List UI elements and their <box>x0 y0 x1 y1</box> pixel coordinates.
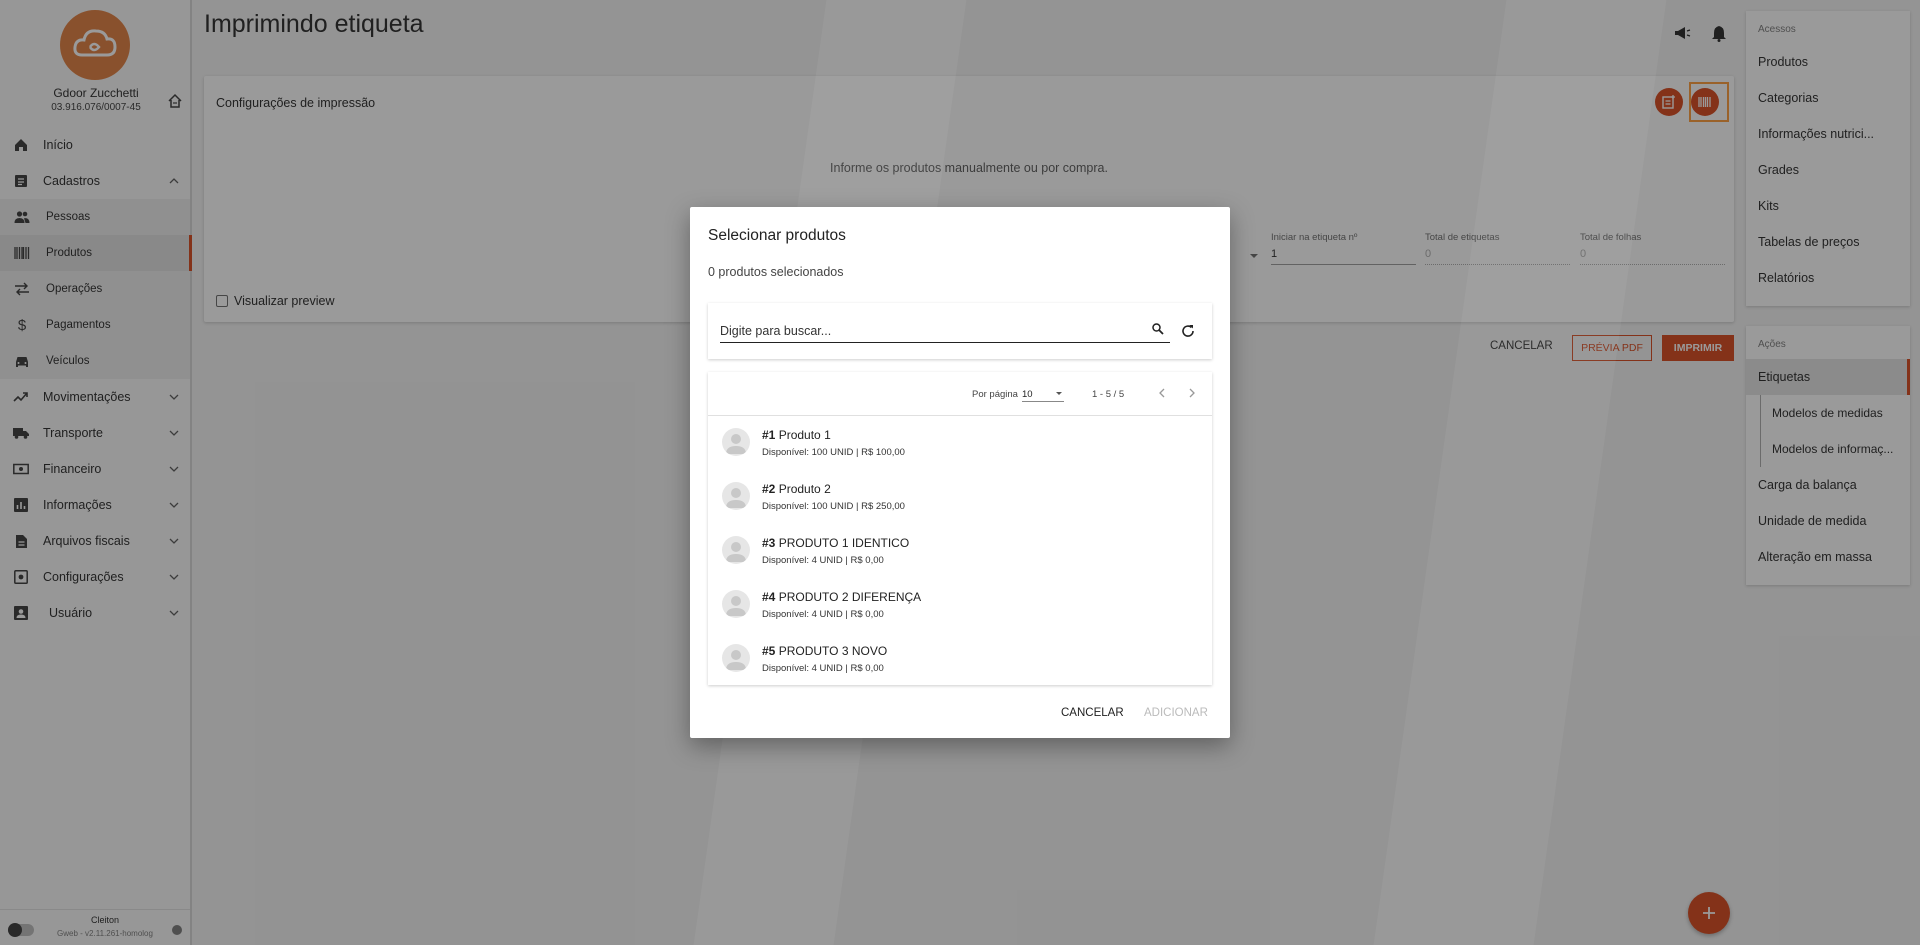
product-name: #5 PRODUTO 3 NOVO <box>762 644 887 658</box>
avatar <box>722 428 750 456</box>
product-availability: Disponível: 4 UNID | R$ 0,00 <box>762 609 884 620</box>
search-input[interactable] <box>720 319 1170 343</box>
selected-count: 0 produtos selecionados <box>708 265 844 279</box>
product-availability: Disponível: 100 UNID | R$ 100,00 <box>762 447 905 458</box>
product-code: #4 <box>762 590 776 604</box>
page-range: 1 - 5 / 5 <box>1092 389 1125 400</box>
per-page-select[interactable]: 10 <box>1022 386 1064 402</box>
list-item[interactable]: #4 PRODUTO 2 DIFERENÇA Disponível: 4 UNI… <box>708 580 1212 634</box>
dialog-cancel-button[interactable]: CANCELAR <box>1061 707 1124 719</box>
list-item[interactable]: #3 PRODUTO 1 IDENTICO Disponível: 4 UNID… <box>708 526 1212 580</box>
product-code: #3 <box>762 536 776 550</box>
product-title: PRODUTO 3 NOVO <box>778 644 888 658</box>
dialog-add-button[interactable]: ADICIONAR <box>1144 707 1208 719</box>
avatar <box>722 536 750 564</box>
search-icon[interactable] <box>1151 322 1165 336</box>
avatar <box>722 482 750 510</box>
product-title: PRODUTO 2 DIFERENÇA <box>778 590 922 604</box>
avatar <box>722 590 750 618</box>
per-page-label: Por página <box>972 389 1018 400</box>
product-name: #2 Produto 2 <box>762 482 831 496</box>
dialog-title: Selecionar produtos <box>708 227 846 244</box>
product-list: Por página 10 1 - 5 / 5 #1 Produto 1 Dis… <box>708 372 1212 685</box>
list-item[interactable]: #1 Produto 1 Disponível: 100 UNID | R$ 1… <box>708 418 1212 472</box>
select-products-dialog: Selecionar produtos 0 produtos seleciona… <box>690 207 1230 738</box>
list-item[interactable]: #5 PRODUTO 3 NOVO Disponível: 4 UNID | R… <box>708 634 1212 685</box>
product-code: #5 <box>762 644 776 658</box>
backdrop-decoration <box>1373 0 1667 945</box>
refresh-icon[interactable] <box>1180 323 1196 339</box>
chevron-left-icon[interactable] <box>1156 387 1168 399</box>
product-name: #4 PRODUTO 2 DIFERENÇA <box>762 590 921 604</box>
pagination-bar: Por página 10 1 - 5 / 5 <box>708 372 1212 416</box>
list-item[interactable]: #2 Produto 2 Disponível: 100 UNID | R$ 2… <box>708 472 1212 526</box>
avatar <box>722 644 750 672</box>
product-name: #3 PRODUTO 1 IDENTICO <box>762 536 909 550</box>
product-code: #1 <box>762 428 776 442</box>
chevron-right-icon[interactable] <box>1186 387 1198 399</box>
product-title: PRODUTO 1 IDENTICO <box>778 536 910 550</box>
product-availability: Disponível: 4 UNID | R$ 0,00 <box>762 555 884 566</box>
product-name: #1 Produto 1 <box>762 428 831 442</box>
product-code: #2 <box>762 482 776 496</box>
product-title: Produto 2 <box>778 482 831 496</box>
search-box <box>708 303 1212 359</box>
product-availability: Disponível: 4 UNID | R$ 0,00 <box>762 663 884 674</box>
product-title: Produto 1 <box>778 428 831 442</box>
product-availability: Disponível: 100 UNID | R$ 250,00 <box>762 501 905 512</box>
